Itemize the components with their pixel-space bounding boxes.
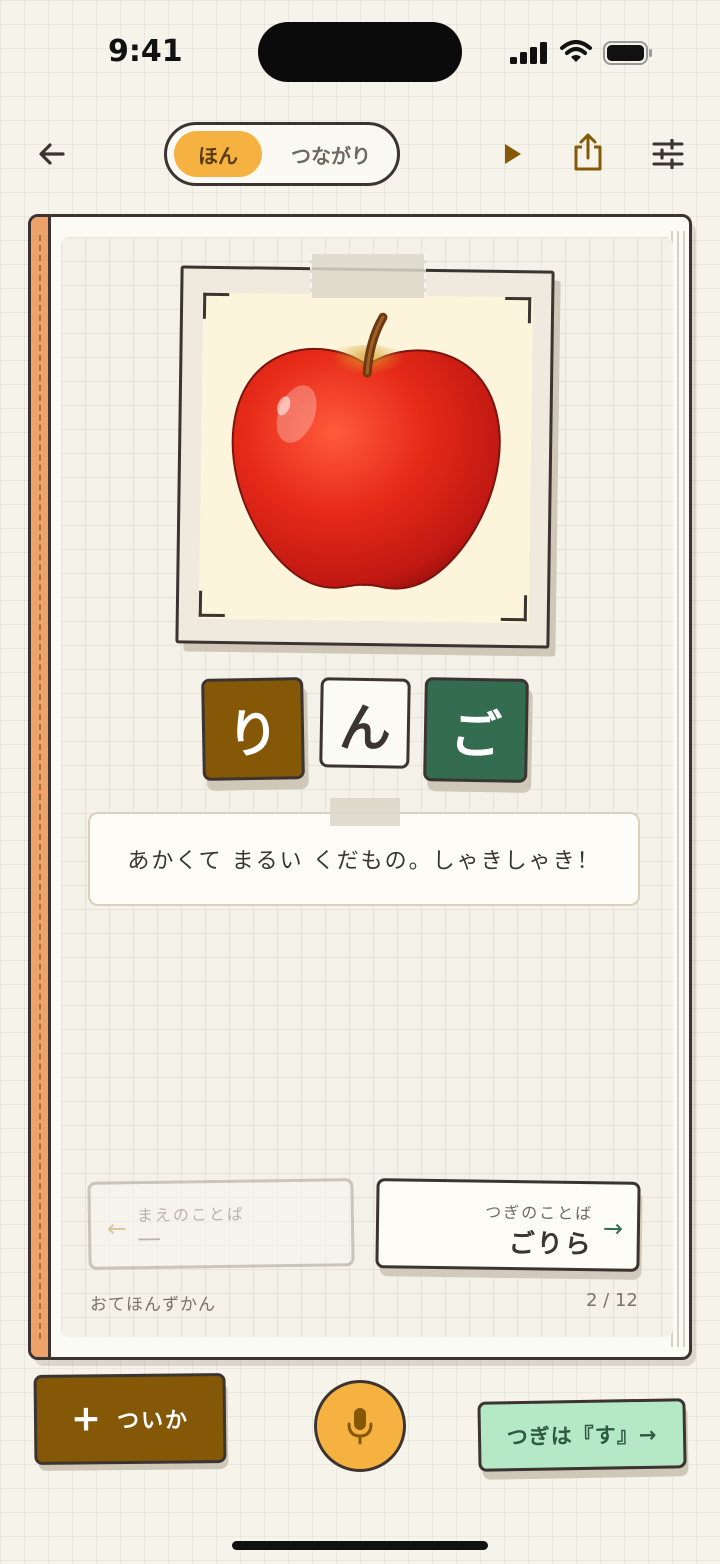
status-time: 9:41 xyxy=(108,34,183,69)
notebook-spine xyxy=(31,217,51,1357)
word-description: あかくて まるい くだもの。しゃきしゃき！ xyxy=(88,812,640,906)
previous-word: — xyxy=(136,1223,162,1253)
next-word-label: つぎのことば xyxy=(485,1202,594,1224)
add-word-label: ついか xyxy=(116,1408,190,1435)
apple-illustration xyxy=(198,292,534,624)
segment-book[interactable]: ほん xyxy=(174,131,262,177)
next-letter-button[interactable]: つぎは『す』→ xyxy=(477,1398,687,1472)
battery-icon xyxy=(603,41,652,65)
microphone-button[interactable] xyxy=(314,1380,406,1472)
page-counter: 2 / 12 xyxy=(586,1290,638,1311)
kana-tile-3[interactable]: ご xyxy=(423,677,529,783)
plus-icon: + xyxy=(70,1398,102,1440)
home-indicator[interactable] xyxy=(232,1541,488,1550)
next-word: ごりら xyxy=(508,1229,593,1261)
dynamic-island xyxy=(258,22,462,82)
wifi-icon xyxy=(560,40,592,62)
share-icon xyxy=(574,133,602,171)
arrow-left-icon: ← xyxy=(106,1214,128,1243)
tape-decoration xyxy=(330,798,400,826)
settings-sliders-button[interactable] xyxy=(644,130,692,178)
sliders-icon xyxy=(652,139,684,169)
kana-tile-1[interactable]: り xyxy=(201,677,305,781)
previous-word-button[interactable]: ← まえのことば — xyxy=(87,1178,355,1270)
cellular-signal-icon xyxy=(510,42,547,64)
kana-tile-2[interactable]: ん xyxy=(319,677,411,769)
play-icon xyxy=(505,144,521,164)
photo-frame[interactable] xyxy=(175,265,555,649)
play-button[interactable] xyxy=(488,130,536,178)
arrow-left-icon xyxy=(39,143,65,165)
share-button[interactable] xyxy=(564,128,612,176)
tape-decoration xyxy=(310,254,426,298)
back-button[interactable] xyxy=(28,130,76,178)
previous-word-label: まえのことば xyxy=(136,1204,246,1226)
next-word-card-button[interactable]: つぎのことば ごりら → xyxy=(375,1178,641,1272)
segment-connections[interactable]: つながり xyxy=(271,131,391,177)
microphone-icon xyxy=(347,1408,373,1445)
arrow-right-icon: → xyxy=(602,1214,624,1243)
book-title: おてほんずかん xyxy=(90,1295,216,1315)
view-mode-segmented-control: ほん つながり xyxy=(164,122,400,186)
add-word-button[interactable]: + ついか xyxy=(33,1372,227,1466)
